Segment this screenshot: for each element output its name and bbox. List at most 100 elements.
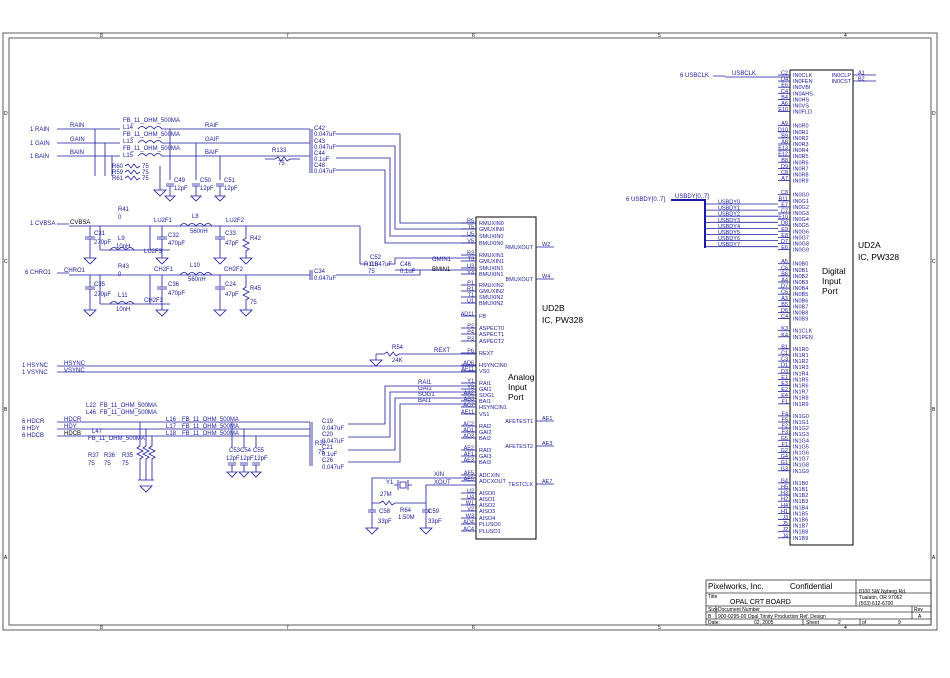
usbdy-net-label: USBDY4 <box>718 224 740 230</box>
ud2a-pin-number: C4 <box>781 89 788 95</box>
ud2b-ref: UD2B <box>542 303 565 313</box>
port-hdy: 6 HDY <box>22 426 40 432</box>
r54-ref: R54 <box>392 345 404 351</box>
ud2a-pin-name: IN0HS <box>793 97 810 103</box>
ud2a-pin-number: H3 <box>781 491 788 497</box>
ud2b-pin-number: AD11 <box>461 312 474 318</box>
net-rext: REXT <box>434 348 450 354</box>
ud2a-pin-number: B5 <box>781 302 788 308</box>
net-ch2f1: CH2F1 <box>154 267 174 273</box>
ud2a-pin-name: IN0R6 <box>793 160 809 166</box>
ud2a-pin-name: IN0R7 <box>793 166 809 172</box>
ud2a-pin-number: E12 <box>778 152 788 158</box>
ud2b-pin-name: BAI2 <box>479 436 491 442</box>
ud2a-pin-name: IN0B6 <box>793 298 808 304</box>
ud2b-func2: Input <box>508 382 528 392</box>
ud2a-pin-number: C2 <box>781 71 788 77</box>
port-chro1: 6 CHRO1 <box>25 270 52 276</box>
ud2b-pin-number: U1 <box>467 299 474 305</box>
ud2a-left-pins: C2 IN0CLK D4 IN0FEN E6 IN0VBI C4 IN0AHS B4 IN0HS A… <box>778 71 813 542</box>
ud2a-pin-number: B11 <box>779 196 788 202</box>
ud2b-pin-name: AFETEST1 <box>505 419 533 425</box>
ud2a-pin-number: D7 <box>781 239 788 245</box>
ud2b-pin-number: AE1 <box>542 416 552 422</box>
ud2a-pin-number: H1 <box>781 509 788 515</box>
c46-ref: C46 <box>400 262 412 268</box>
c32-ref: C32 <box>168 233 180 239</box>
ud2a-pin-name: IN1R9 <box>793 402 809 408</box>
ud2a-pin-number: H5 <box>781 485 788 491</box>
rgb-port-arrows <box>57 128 69 157</box>
ud2b-pin-number: W2 <box>542 242 550 248</box>
sync-wires <box>57 365 476 373</box>
ud2a-pin-number: B6 <box>781 271 788 277</box>
ud2a-pin-number: H2 <box>781 497 788 503</box>
l47-ref: L47 <box>92 429 103 435</box>
ud2a-pin-number: G2 <box>781 448 788 454</box>
border-row-label: D <box>4 111 8 117</box>
r45-ref: R45 <box>250 286 262 292</box>
ud2a-pin-number: J2 <box>782 527 788 533</box>
ud2b-pin-name: GMUXIN1 <box>479 259 504 265</box>
ud2a-pin-name: IN0B9 <box>793 317 808 323</box>
net-gain: GAIN <box>70 137 85 143</box>
ud2a-pin-name: IN0G9 <box>793 248 809 254</box>
ud2a-pin-number: E10 <box>778 215 788 221</box>
r61-value: 75 <box>142 176 149 182</box>
ud2b-pin-number: AE11 <box>461 410 474 416</box>
usbdy-net-label: USBDY0 <box>718 200 740 206</box>
ud2a-func2: Input <box>822 276 842 286</box>
ud2a-pin-name: IN0FLD <box>793 110 812 116</box>
r43-ref: R43 <box>118 264 130 270</box>
schematic-sheet: 8 8 7 7 6 6 5 5 4 4 D D C C B B A A 1 RAIN 1 GAIN 1 BAIN … <box>0 0 950 673</box>
docnum-label: Document Number <box>718 607 760 613</box>
ud2b-pin-name: REXT <box>479 351 494 357</box>
c53-value: 12pF <box>226 456 240 462</box>
ud2a-pin-number: F1 <box>782 442 788 448</box>
ud2a-func3: Port <box>822 286 838 296</box>
ud2a-pin-number: C5 <box>781 290 788 296</box>
ud2a-pin-name: IN0G6 <box>793 229 809 235</box>
ud2a-pin-name: IN0G2 <box>793 205 809 211</box>
rgb-input-section: 1 RAIN 1 GAIN 1 BAIN RAIN GAIN BAIN FB_1… <box>30 118 476 244</box>
c59-value: 33pF <box>428 519 442 525</box>
hd-termination <box>136 422 156 493</box>
ud2a-pin-number: F4 <box>782 411 788 417</box>
border-row-label: B <box>932 407 936 413</box>
ud2a-pin-name: IN1G4 <box>793 438 809 444</box>
l47-value: FB_11_OHM_500MA <box>88 436 145 442</box>
c24-ref: C24 <box>225 282 237 288</box>
r64-ref: R64 <box>400 508 412 514</box>
c19-ref: C19 <box>322 419 334 425</box>
ud2b-pin-name: ASPECT1 <box>479 332 504 338</box>
ud2a-pin-number: G5 <box>781 436 788 442</box>
ud2a-pin-number: C1 <box>781 351 788 357</box>
ud2a-pin-number: D1 <box>781 363 788 369</box>
ud2b-pin-number: V3 <box>467 270 474 276</box>
c36-value: 470pF <box>168 291 185 297</box>
ud2a-pin-name: IN1G2 <box>793 426 809 432</box>
ud2b-pin-number: T5 <box>468 225 474 231</box>
ud2a-pin-name: IN1R6 <box>793 384 809 390</box>
c34-ref: C34 <box>314 269 326 275</box>
l10-ref: L10 <box>190 263 201 269</box>
ud2b-pin-number: AC4 <box>463 527 474 533</box>
c33-value: 47pF <box>225 241 239 247</box>
ud2a-pin-number: C8 <box>781 170 788 176</box>
r35-value: 75 <box>122 461 129 467</box>
ud2b-pin-number: AE5 <box>464 477 474 483</box>
r41-value: 0 <box>118 215 122 221</box>
ud2a-pin-name: IN0VBI <box>793 85 811 91</box>
sync-section: 1 HSYNC 1 VSYNC HSYNC VSYNC REXT R54 24K <box>22 345 476 376</box>
ud2a-pin-name: IN1G0 <box>793 414 809 420</box>
ud2a-pin-name: IN1CLK <box>793 329 813 335</box>
c54-ref: C54 <box>240 448 252 454</box>
c51-ref: C51 <box>224 178 236 184</box>
border-row-label: A <box>4 555 8 561</box>
ud2a-pin-number: C7 <box>781 209 788 215</box>
r32-ref: R32 <box>315 441 327 447</box>
net-raif: RAIF <box>205 123 219 129</box>
ud2b-pin-name: PLUSO1 <box>479 529 501 535</box>
ud2b-pin-name: FB <box>479 314 486 320</box>
ud2a-pin-number: F5 <box>782 418 788 424</box>
